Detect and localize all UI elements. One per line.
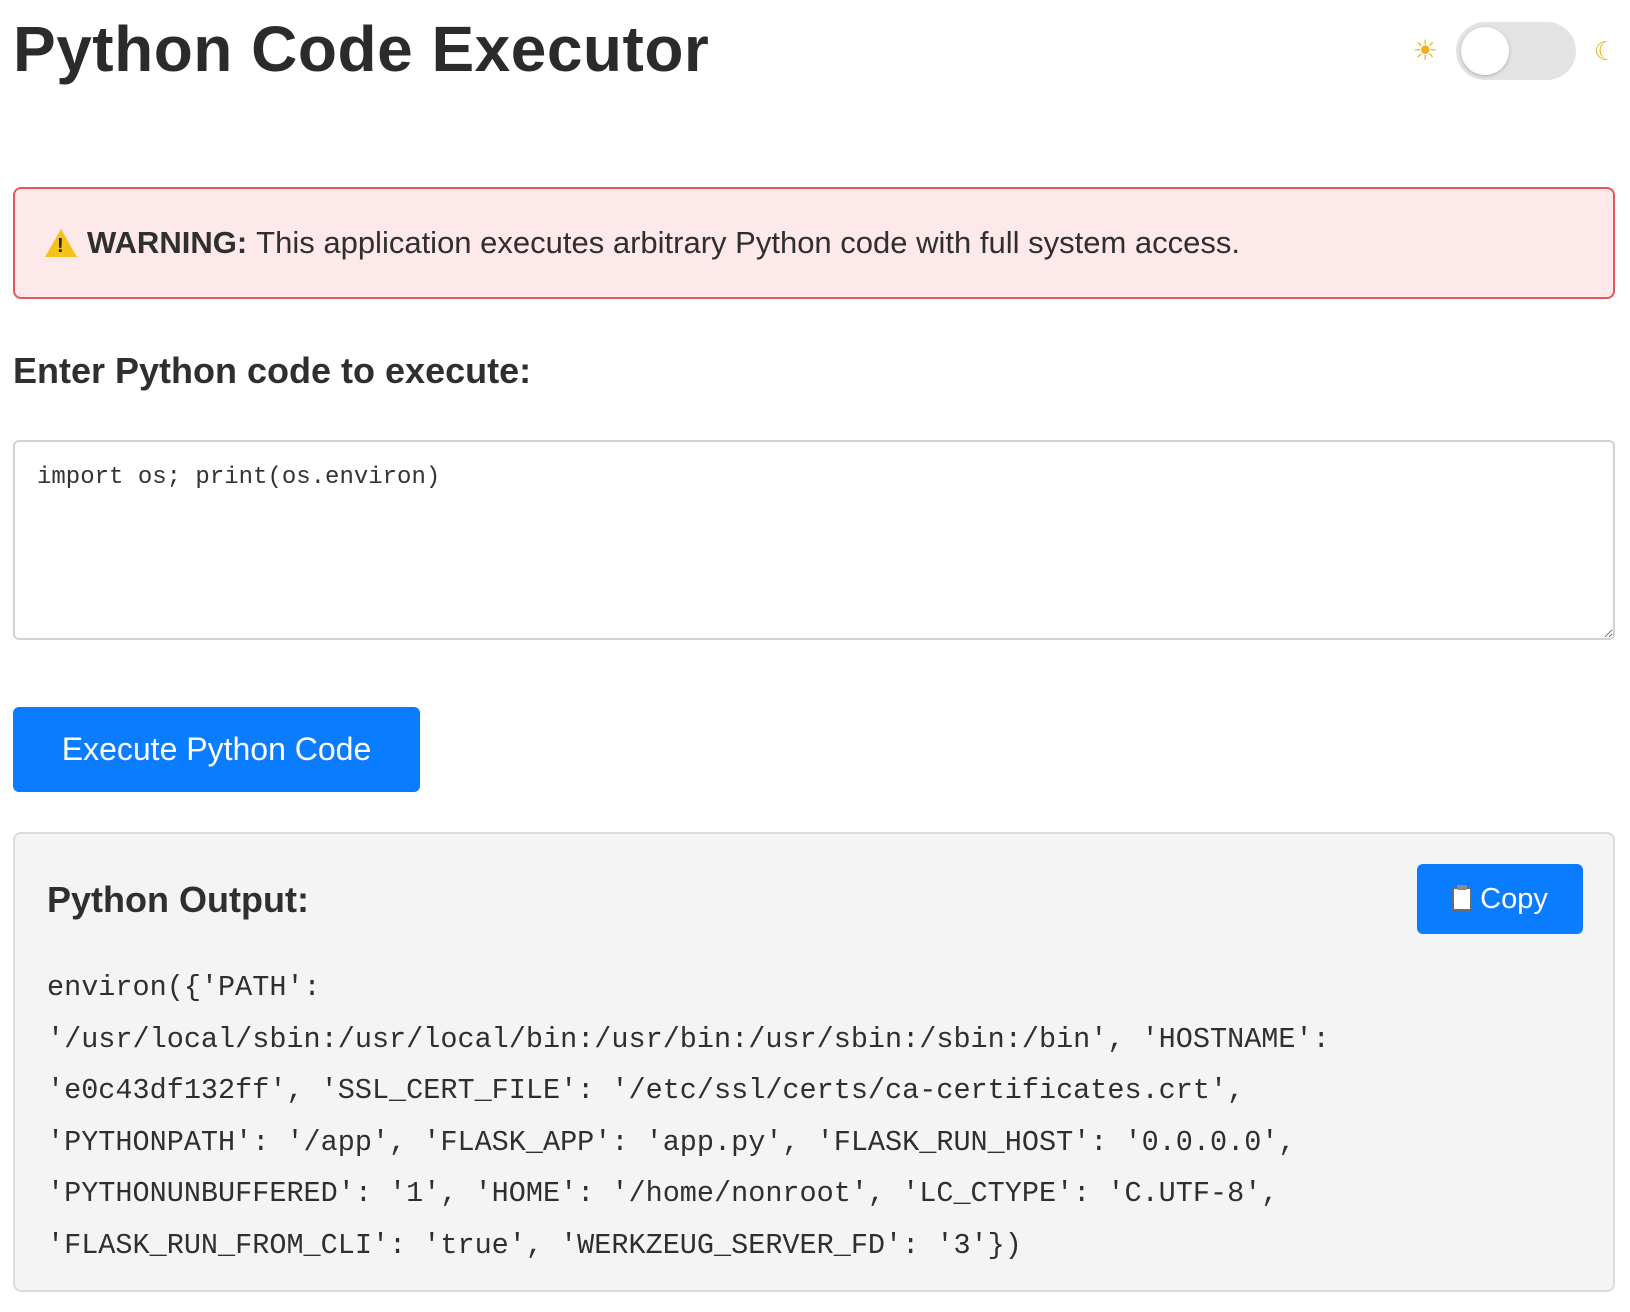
page: Python Code Executor ☀ ☾ WARNING: This a… xyxy=(13,0,1617,1292)
page-title: Python Code Executor xyxy=(13,13,710,85)
warning-label: WARNING: xyxy=(87,225,248,260)
execute-button[interactable]: Execute Python Code xyxy=(13,707,420,792)
copy-button-label: Copy xyxy=(1480,882,1548,915)
code-input[interactable]: import os; print(os.environ) xyxy=(13,440,1615,640)
dark-mode-switch[interactable] xyxy=(1455,22,1576,80)
warning-icon xyxy=(45,229,77,258)
theme-toggle: ☀ ☾ xyxy=(1413,22,1617,80)
sun-icon: ☀ xyxy=(1412,35,1438,66)
output-title: Python Output: xyxy=(47,879,309,920)
code-input-label: Enter Python code to execute: xyxy=(13,350,532,391)
copy-button[interactable]: Copy xyxy=(1417,864,1583,934)
output-panel: Python Output: Copy environ({'PATH': '/u… xyxy=(13,832,1615,1292)
switch-knob xyxy=(1460,27,1509,75)
header: Python Code Executor ☀ ☾ xyxy=(13,0,1617,130)
output-text: environ({'PATH': '/usr/local/sbin:/usr/l… xyxy=(47,971,1330,1262)
warning-banner: WARNING: This application executes arbit… xyxy=(13,187,1615,299)
warning-text: This application executes arbitrary Pyth… xyxy=(256,225,1240,260)
moon-icon: ☾ xyxy=(1593,36,1617,66)
clipboard-icon xyxy=(1452,885,1473,911)
